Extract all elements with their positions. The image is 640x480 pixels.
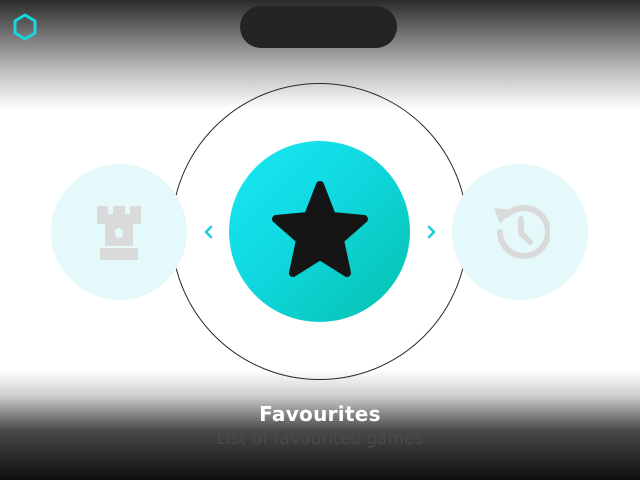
chevron-right-icon[interactable] xyxy=(425,222,439,242)
hexagon-logo-icon xyxy=(13,13,37,41)
top-pill-indicator xyxy=(240,6,397,48)
history-icon xyxy=(494,204,550,259)
selected-item-title: Favourites xyxy=(259,402,381,426)
carousel-item-selected[interactable] xyxy=(229,141,410,322)
selected-item-description: List of favourited games xyxy=(216,429,424,449)
carousel-item-previous[interactable] xyxy=(51,164,187,300)
chess-rook-icon xyxy=(97,206,141,260)
chevron-left-icon[interactable] xyxy=(201,222,215,242)
app-logo xyxy=(10,12,40,42)
carousel-item-next[interactable] xyxy=(452,164,588,300)
star-icon xyxy=(272,181,368,277)
